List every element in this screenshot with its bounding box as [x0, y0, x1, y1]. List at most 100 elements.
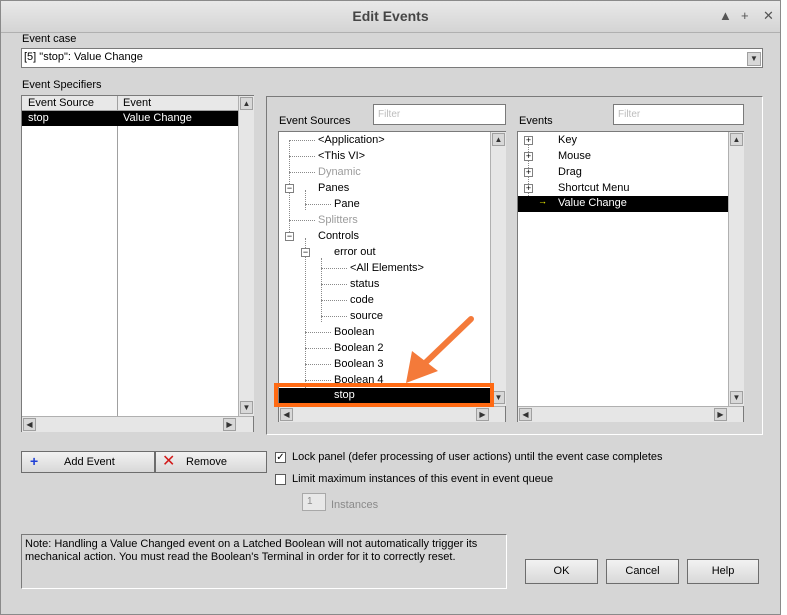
- vertical-scrollbar[interactable]: ▲ ▼: [490, 132, 506, 406]
- limit-instances-label: Limit maximum instances of this event in…: [292, 473, 554, 485]
- tree-line: [321, 268, 347, 269]
- instances-label: Instances: [331, 499, 379, 511]
- scroll-up-icon[interactable]: ▲: [730, 133, 743, 146]
- remove-x-icon: ✕: [162, 453, 176, 470]
- scroll-left-icon[interactable]: ◀: [23, 418, 36, 431]
- event-case-value: [5] "stop": Value Change: [24, 51, 143, 63]
- tree-line: [305, 238, 306, 396]
- expand-icon[interactable]: +: [524, 136, 533, 145]
- row-event: Value Change: [123, 112, 192, 124]
- remove-label: Remove: [186, 456, 227, 468]
- add-event-label: Add Event: [64, 456, 115, 468]
- tree-line: [321, 300, 347, 301]
- scroll-down-icon[interactable]: ▼: [240, 401, 253, 414]
- event-sources-filter-input[interactable]: [373, 104, 506, 125]
- tree-line: [305, 380, 331, 381]
- tree-line: [289, 156, 315, 157]
- limit-instances-checkbox[interactable]: [275, 474, 286, 485]
- tree-item-boolean[interactable]: Boolean: [334, 324, 374, 340]
- scroll-right-icon[interactable]: ▶: [223, 418, 236, 431]
- help-button[interactable]: Help: [687, 559, 759, 584]
- events-filter-input[interactable]: [613, 104, 744, 125]
- scroll-right-icon[interactable]: ▶: [714, 408, 727, 421]
- column-divider: [117, 96, 118, 416]
- row-event-source: stop: [28, 112, 49, 124]
- tree-item-boolean-2[interactable]: Boolean 2: [334, 340, 384, 356]
- collapse-icon[interactable]: −: [285, 184, 294, 193]
- events-tree[interactable]: + + + + Key Mouse Drag Shortcut Menu → V…: [517, 131, 744, 422]
- tree-item-pane[interactable]: Pane: [334, 196, 360, 212]
- event-sources-label: Event Sources: [279, 115, 351, 127]
- event-item-drag[interactable]: Drag: [558, 164, 582, 180]
- add-event-button[interactable]: + Add Event: [21, 451, 155, 473]
- table-row[interactable]: stop Value Change: [22, 111, 238, 126]
- tree-line: [305, 348, 331, 349]
- vertical-scrollbar[interactable]: ▲ ▼: [728, 132, 744, 406]
- note-box: Note: Handling a Value Changed event on …: [21, 534, 507, 589]
- column-header-event-source[interactable]: Event Source: [28, 97, 94, 109]
- tree-item-dynamic[interactable]: Dynamic: [318, 164, 361, 180]
- instances-field: 1: [302, 493, 326, 511]
- horizontal-scrollbar[interactable]: ◀ ▶: [279, 406, 505, 422]
- tree-item-controls[interactable]: Controls: [318, 228, 359, 244]
- event-item-value-change-label: Value Change: [558, 197, 627, 209]
- event-item-key[interactable]: Key: [558, 132, 577, 148]
- vertical-scrollbar[interactable]: ▲ ▼: [238, 96, 254, 416]
- event-item-mouse[interactable]: Mouse: [558, 148, 591, 164]
- lock-panel-checkbox[interactable]: ✓: [275, 452, 286, 463]
- maximize-button[interactable]: +: [741, 8, 749, 23]
- tree-line: [305, 204, 331, 205]
- event-item-value-change-selected[interactable]: → Value Change: [518, 196, 728, 212]
- close-button[interactable]: ✕: [763, 8, 774, 24]
- collapse-icon[interactable]: −: [285, 232, 294, 241]
- scroll-up-icon[interactable]: ▲: [240, 97, 253, 110]
- minimize-button[interactable]: ▲: [719, 8, 732, 23]
- tree-line: [321, 316, 347, 317]
- ok-button[interactable]: OK: [525, 559, 598, 584]
- tree-line: [289, 220, 315, 221]
- tree-line: [321, 284, 347, 285]
- scroll-left-icon[interactable]: ◀: [519, 408, 532, 421]
- event-case-dropdown[interactable]: [5] "stop": Value Change ▼: [21, 48, 763, 68]
- tree-item-application[interactable]: <Application>: [318, 132, 385, 148]
- scroll-down-icon[interactable]: ▼: [730, 391, 743, 404]
- tree-item-code[interactable]: code: [350, 292, 374, 308]
- tree-item-status[interactable]: status: [350, 276, 379, 292]
- tree-item-this-vi[interactable]: <This VI>: [318, 148, 365, 164]
- tree-line: [305, 332, 331, 333]
- chevron-down-icon[interactable]: ▼: [747, 52, 761, 66]
- expand-icon[interactable]: +: [524, 168, 533, 177]
- tree-item-all-elements[interactable]: <All Elements>: [350, 260, 424, 276]
- scroll-right-icon[interactable]: ▶: [476, 408, 489, 421]
- title-bar: Edit Events ▲ + ✕: [1, 1, 780, 33]
- expand-icon[interactable]: +: [524, 184, 533, 193]
- event-arrow-icon: →: [538, 196, 547, 206]
- expand-icon[interactable]: +: [524, 152, 533, 161]
- tree-line: [305, 364, 331, 365]
- scroll-left-icon[interactable]: ◀: [280, 408, 293, 421]
- tree-item-error-out[interactable]: error out: [334, 244, 376, 260]
- tree-item-source[interactable]: source: [350, 308, 383, 324]
- horizontal-scrollbar[interactable]: ◀ ▶: [518, 406, 743, 422]
- cancel-button[interactable]: Cancel: [606, 559, 679, 584]
- tree-item-boolean-3[interactable]: Boolean 3: [334, 356, 384, 372]
- window-title: Edit Events: [352, 8, 429, 24]
- edit-events-dialog: Edit Events ▲ + ✕ Event case [5] "stop":…: [0, 0, 781, 615]
- event-item-shortcut-menu[interactable]: Shortcut Menu: [558, 180, 630, 196]
- collapse-icon[interactable]: −: [301, 248, 310, 257]
- remove-button[interactable]: ✕ Remove: [155, 451, 267, 473]
- tree-item-splitters[interactable]: Splitters: [318, 212, 358, 228]
- annotation-arrow-icon: [406, 316, 474, 383]
- lock-panel-label: Lock panel (defer processing of user act…: [292, 451, 663, 463]
- scroll-up-icon[interactable]: ▲: [492, 133, 505, 146]
- table-header: Event Source Event: [22, 96, 238, 111]
- tree-line: [289, 172, 315, 173]
- plus-icon: +: [30, 453, 39, 469]
- event-specifiers-label: Event Specifiers: [22, 79, 102, 91]
- tree-line: [305, 190, 306, 210]
- column-header-event[interactable]: Event: [123, 97, 151, 109]
- event-specifiers-list[interactable]: Event Source Event stop Value Change ▲ ▼…: [21, 95, 254, 432]
- horizontal-scrollbar[interactable]: ◀ ▶: [22, 416, 253, 432]
- tree-line: [289, 140, 315, 141]
- tree-item-panes[interactable]: Panes: [318, 180, 349, 196]
